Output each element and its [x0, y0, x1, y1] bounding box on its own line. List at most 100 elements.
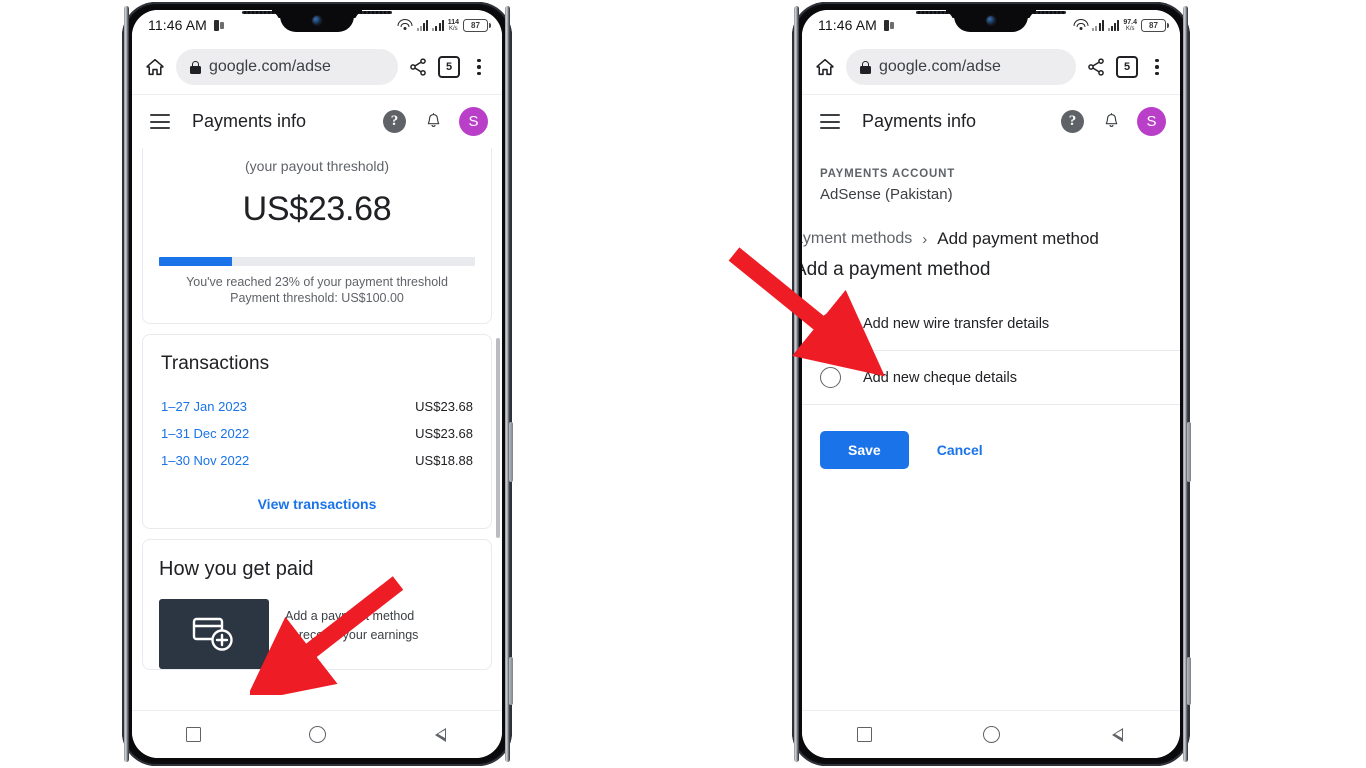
lock-icon: [860, 60, 871, 74]
notification-bell-icon[interactable]: [1102, 111, 1121, 132]
front-camera: [312, 16, 322, 25]
breadcrumb-previous[interactable]: ayment methods: [802, 230, 912, 248]
transaction-amount: US$23.68: [415, 426, 473, 441]
status-clock: 11:46 AM: [818, 17, 877, 33]
signal-bars-icon-1: [416, 19, 429, 31]
power-button[interactable]: [509, 657, 513, 705]
notification-bell-icon[interactable]: [424, 111, 443, 132]
tab-count-button[interactable]: 5: [438, 56, 460, 78]
right-phone-screen: 11:46 AM 97.4 K/s 87 google.com/adse 5 P…: [802, 10, 1180, 758]
front-camera: [986, 16, 996, 25]
table-row[interactable]: 1–31 Dec 2022 US$23.68: [161, 420, 473, 447]
network-speed-value: 97.4: [1123, 18, 1137, 26]
description-line-2: to receive your earnings: [285, 628, 419, 643]
browser-toolbar: google.com/adse 5: [132, 40, 502, 94]
screenshot-canvas: 11:46 AM 114 K/s 87 google.com/adse 5 Pa…: [0, 0, 1366, 768]
how-you-get-paid-title: How you get paid: [159, 558, 314, 580]
network-speed-indicator: 114 K/s: [448, 19, 459, 32]
home-icon[interactable]: [144, 56, 166, 78]
add-payment-method-tile[interactable]: [159, 599, 269, 669]
current-balance-amount: US$23.68: [242, 190, 392, 228]
user-avatar[interactable]: S: [1137, 107, 1166, 136]
back-button-icon[interactable]: [1111, 726, 1125, 744]
page-scrollbar[interactable]: [496, 338, 500, 538]
url-text: google.com/adse: [879, 58, 1001, 75]
browser-menu-icon[interactable]: [1148, 58, 1166, 76]
status-clock: 11:46 AM: [148, 17, 207, 33]
radio-button-icon[interactable]: [820, 313, 841, 334]
payout-threshold-note: (your payout threshold): [245, 158, 389, 174]
status-bar-left: 11:46 AM: [148, 17, 225, 33]
battery-icon: 87: [463, 18, 491, 32]
option-wire-transfer[interactable]: Add new wire transfer details: [802, 297, 1180, 351]
address-bar[interactable]: google.com/adse: [846, 49, 1076, 85]
sim-card-icon: [883, 19, 895, 32]
phone-left-rail: [124, 6, 129, 762]
description-line-1: Add a payment method: [285, 609, 415, 623]
transaction-date[interactable]: 1–27 Jan 2023: [161, 399, 247, 414]
how-you-get-paid-card: How you get paid Add a payment method to…: [142, 539, 492, 670]
add-payment-method-description: Add a payment method to receive your ear…: [285, 599, 418, 646]
page-title: Payments info: [192, 111, 307, 131]
breadcrumb-current: Add payment method: [937, 229, 1099, 248]
hamburger-menu-icon[interactable]: [820, 114, 840, 129]
breadcrumb-separator-icon: ›: [922, 230, 928, 248]
table-row[interactable]: 1–27 Jan 2023 US$23.68: [161, 393, 473, 420]
recents-button-icon[interactable]: [186, 727, 201, 742]
volume-button[interactable]: [1187, 422, 1191, 482]
transaction-amount: US$23.68: [415, 399, 473, 414]
user-avatar[interactable]: S: [459, 107, 488, 136]
transactions-title: Transactions: [161, 353, 270, 374]
share-icon[interactable]: [408, 57, 428, 77]
help-icon[interactable]: ?: [1061, 110, 1084, 133]
android-navigation-bar: [132, 710, 502, 758]
hamburger-menu-icon[interactable]: [150, 114, 170, 129]
share-icon[interactable]: [1086, 57, 1106, 77]
add-card-icon: [192, 617, 233, 651]
breadcrumb: ayment methods › Add payment method: [802, 203, 1180, 249]
home-button-icon[interactable]: [309, 726, 326, 743]
right-phone-device: 11:46 AM 97.4 K/s 87 google.com/adse 5 P…: [792, 2, 1191, 766]
save-button[interactable]: Save: [820, 431, 909, 469]
table-row[interactable]: 1–30 Nov 2022 US$18.88: [161, 447, 473, 474]
address-bar[interactable]: google.com/adse: [176, 49, 398, 85]
phone-right-rail: [1183, 6, 1188, 762]
sim-card-icon: [213, 19, 225, 32]
home-icon[interactable]: [814, 56, 836, 78]
back-button-icon[interactable]: [434, 726, 448, 744]
left-phone-screen: 11:46 AM 114 K/s 87 google.com/adse 5 Pa…: [132, 10, 502, 758]
power-button[interactable]: [1187, 657, 1191, 705]
network-speed-unit: K/s: [449, 25, 458, 32]
recents-button-icon[interactable]: [857, 727, 873, 742]
home-button-icon[interactable]: [982, 726, 1000, 743]
app-header: Payments info ? S: [802, 94, 1180, 148]
add-payment-method-row[interactable]: Add a payment method to receive your ear…: [159, 599, 475, 669]
lock-icon: [190, 60, 201, 74]
browser-toolbar: google.com/adse 5: [802, 40, 1180, 94]
signal-bars-icon-2: [1107, 19, 1120, 31]
form-actions: Save Cancel: [802, 405, 1180, 469]
transaction-date[interactable]: 1–30 Nov 2022: [161, 453, 249, 468]
status-bar-right: 114 K/s 87: [397, 18, 491, 32]
transaction-amount: US$18.88: [415, 453, 473, 468]
volume-button[interactable]: [509, 422, 513, 482]
threshold-progress-bar: [159, 257, 475, 266]
payout-threshold-card: (your payout threshold) US$23.68 You've …: [142, 148, 492, 324]
transaction-date[interactable]: 1–31 Dec 2022: [161, 426, 249, 441]
tab-count-value: 5: [445, 61, 453, 73]
radio-button-icon[interactable]: [820, 367, 841, 388]
threshold-value-text: Payment threshold: US$100.00: [230, 291, 404, 305]
tab-count-value: 5: [1123, 61, 1131, 73]
signal-bars-icon-2: [432, 19, 444, 31]
help-icon[interactable]: ?: [383, 110, 406, 133]
signal-bars-icon-1: [1092, 19, 1104, 31]
network-speed-unit: K/s: [1125, 25, 1135, 32]
option-cheque[interactable]: Add new cheque details: [802, 351, 1180, 405]
browser-menu-icon[interactable]: [470, 58, 488, 76]
cancel-button[interactable]: Cancel: [937, 442, 983, 458]
url-text: google.com/adse: [209, 58, 331, 75]
right-page-body: PAYMENTS ACCOUNT AdSense (Pakistan) ayme…: [802, 148, 1180, 720]
network-speed-indicator: 97.4 K/s: [1123, 19, 1137, 32]
view-transactions-link[interactable]: View transactions: [161, 496, 473, 512]
tab-count-button[interactable]: 5: [1116, 56, 1138, 78]
